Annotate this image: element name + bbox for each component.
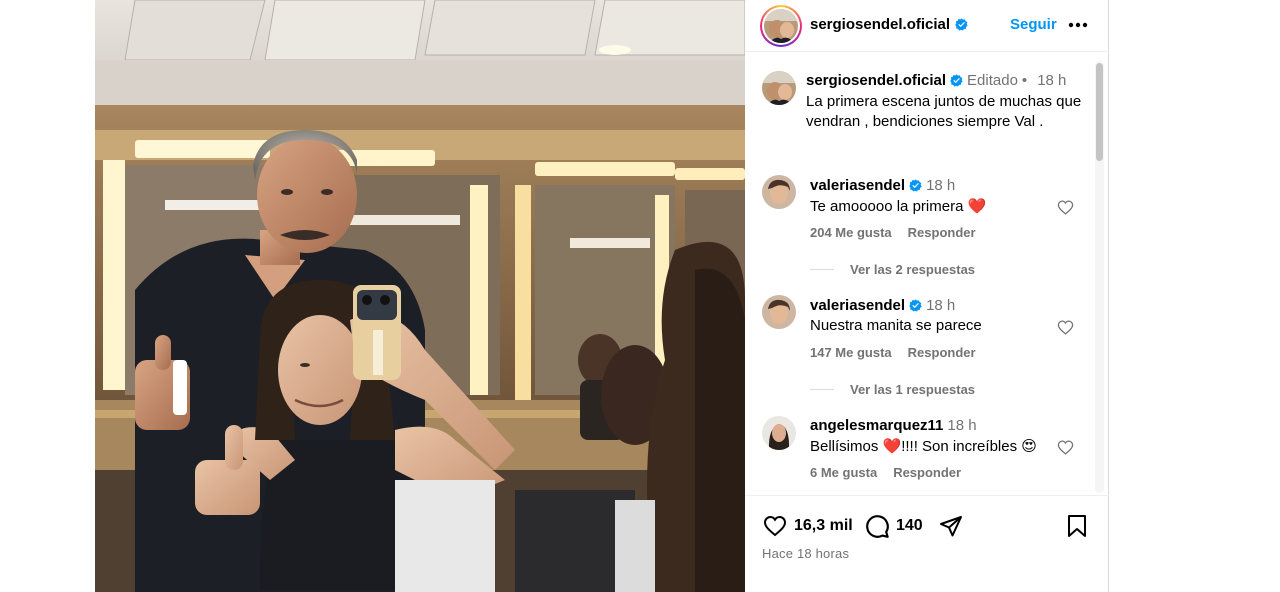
comment-like-heart-icon[interactable] [1057,319,1074,336]
comment-reply-button[interactable]: Responder [908,345,976,360]
comment-header: valeriasendel 18 h [810,297,955,314]
comment-text: Te amooooo la primera ❤️ [810,198,987,215]
post-image [95,0,745,592]
more-options-icon[interactable] [1067,14,1089,36]
follow-button[interactable]: Seguir [1010,16,1057,33]
verified-badge-icon [909,179,922,192]
commenter-avatar[interactable] [762,295,796,329]
comments-scrollbar[interactable] [1095,61,1104,493]
comment-username[interactable]: angelesmarquez11 [810,417,943,434]
heart-icon[interactable] [762,514,788,538]
comment-header: angelesmarquez11 18 h [810,417,977,434]
comment-time[interactable]: 18 h [926,177,955,194]
comment-username[interactable]: valeriasendel [810,297,905,314]
verified-badge-icon [909,299,922,312]
comment-username[interactable]: valeriasendel [810,177,905,194]
view-replies-button[interactable]: Ver las 2 respuestas [810,262,975,277]
comment-icon[interactable] [864,513,890,539]
caption-separator: • [1021,72,1028,89]
comment-time[interactable]: 18 h [926,297,955,314]
comment-text: Nuestra manita se parece [810,317,982,334]
comments-count[interactable]: 140 [896,517,923,535]
comment-text: Bellísimos ❤️!!!! Son increíbles 😍 [810,438,1037,455]
share-action[interactable] [938,513,964,539]
caption-text: La primera escena juntos de muchas que v… [806,93,1082,130]
comment-reply-button[interactable]: Responder [893,465,961,480]
caption-header: sergiosendel.oficial Editado • 18 h [806,72,1066,89]
caption-username[interactable]: sergiosendel.oficial [806,72,946,89]
like-action[interactable]: 16,3 mil [762,513,853,539]
comment-likes[interactable]: 147 Me gusta [810,345,892,360]
author-username[interactable]: sergiosendel.oficial [810,16,968,33]
comment-likes[interactable]: 6 Me gusta [810,465,877,480]
view-replies-label[interactable]: Ver las 2 respuestas [850,262,975,277]
likes-count[interactable]: 16,3 mil [794,517,853,535]
commenter-avatar[interactable] [762,416,796,450]
commenter-avatar[interactable] [762,175,796,209]
author-avatar[interactable] [764,9,798,43]
caption-time[interactable]: 18 h [1037,72,1066,89]
comment-header: valeriasendel 18 h [810,177,955,194]
comment-action[interactable]: 140 [864,513,923,539]
comment-time[interactable]: 18 h [947,417,976,434]
comment-like-heart-icon[interactable] [1057,439,1074,456]
comments-list[interactable]: sergiosendel.oficial Editado • 18 h La p… [745,53,1109,495]
view-replies-label[interactable]: Ver las 1 respuestas [850,382,975,397]
author-username-text[interactable]: sergiosendel.oficial [810,16,950,33]
comment-meta: 204 Me gusta Responder [810,225,976,240]
comment-like-heart-icon[interactable] [1057,199,1074,216]
save-action[interactable] [1065,513,1089,539]
scrollbar-thumb[interactable] [1096,63,1103,161]
replies-dash [810,269,834,270]
replies-dash [810,389,834,390]
verified-badge-icon [950,74,963,87]
share-icon[interactable] [938,514,964,538]
view-replies-button[interactable]: Ver las 1 respuestas [810,382,975,397]
comment-reply-button[interactable]: Responder [908,225,976,240]
author-avatar-ring[interactable] [760,5,802,47]
post-side-panel: sergiosendel.oficial Seguir sergiosendel… [745,0,1109,592]
comment-meta: 6 Me gusta Responder [810,465,961,480]
post-header: sergiosendel.oficial Seguir [745,0,1109,52]
post-actions: 16,3 mil 140 Hace 18 horas [745,495,1109,592]
posted-time[interactable]: Hace 18 horas [762,546,849,561]
bookmark-icon[interactable] [1065,514,1089,538]
post-photo [95,0,745,592]
caption-avatar[interactable] [762,71,796,105]
verified-badge-icon [955,18,968,31]
comment-meta: 147 Me gusta Responder [810,345,976,360]
comment-likes[interactable]: 204 Me gusta [810,225,892,240]
caption-edited: Editado [967,72,1018,89]
